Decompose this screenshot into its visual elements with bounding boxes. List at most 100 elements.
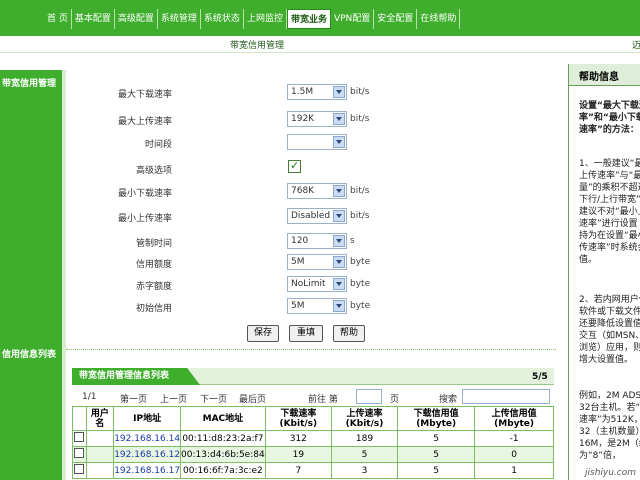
row-checkbox-cell — [72, 446, 87, 463]
pager-first[interactable]: 第一页 — [120, 392, 147, 405]
help-line: 16M，是2M（线 — [579, 439, 640, 449]
chevron-down-icon[interactable] — [333, 113, 345, 125]
nav-basic-config[interactable]: 基本配置 — [72, 9, 115, 29]
column-header: 下载信用值(Mbyte) — [397, 406, 476, 431]
initial-credit-select[interactable]: 5M — [287, 298, 347, 314]
upload-rate-cell: 189 — [330, 430, 399, 447]
control-time-row: 管制时间 120 s — [0, 233, 560, 251]
min-upload-label: 最小上传速率 — [117, 214, 172, 224]
pager-next[interactable]: 下一页 — [200, 392, 227, 405]
row-checkbox-cell — [72, 430, 87, 447]
upload-credit-cell: 0 — [474, 446, 554, 463]
min-upload-select[interactable]: Disabled — [287, 208, 347, 224]
help-title: 帮助信息 — [569, 64, 640, 86]
min-download-unit: bit/s — [350, 186, 370, 196]
help-line: 2、若内网用户使用 — [579, 295, 640, 305]
left-section-credit-list: 信用信息列表 — [2, 350, 57, 360]
credit-table: 用户名 IP地址 MAC地址 下载速率(Kbit/s) 上传速率(Kbit/s)… — [72, 406, 554, 479]
max-download-select[interactable]: 1.5M — [287, 84, 347, 100]
table-title: 带宽信用管理信息列表 — [72, 368, 200, 385]
row-checkbox[interactable] — [74, 464, 85, 474]
chevron-down-icon[interactable] — [333, 235, 345, 247]
subnav-title[interactable]: 带宽信用管理 — [230, 38, 284, 51]
ip-cell[interactable]: 192.168.16.14 — [113, 430, 182, 447]
initial-credit-label: 初始信用 — [135, 304, 172, 314]
row-checkbox[interactable] — [74, 448, 85, 458]
column-header: 上传速率(Kbit/s) — [330, 406, 399, 431]
help-line: 例如，2M ADSL — [579, 391, 640, 401]
control-time-select[interactable]: 120 — [287, 233, 347, 249]
nav-online-help[interactable]: 在线帮助 — [417, 9, 461, 29]
help-line: 32（主机数量） — [579, 427, 640, 437]
save-button[interactable]: 保存 — [247, 325, 279, 342]
help-panel: 帮助信息 设置“最大下载速 率”和“最小下载 速率”的方法： 1、一般建议“最大… — [568, 64, 640, 480]
max-upload-label: 最大上传速率 — [117, 117, 172, 127]
help-line: 值。 — [579, 255, 598, 265]
pager-last[interactable]: 最后页 — [239, 392, 266, 405]
ip-cell[interactable]: 192.168.16.12 — [113, 446, 182, 463]
sub-nav-bar — [0, 36, 640, 53]
column-header: 用户名 — [85, 406, 115, 431]
credit-quota-select[interactable]: 5M — [287, 254, 347, 270]
control-time-label: 管制时间 — [135, 239, 172, 249]
max-upload-select[interactable]: 192K — [287, 111, 347, 127]
nav-internet-monitor[interactable]: 上网监控 — [244, 9, 287, 29]
download-rate-cell: 312 — [264, 430, 332, 447]
nav-system-status[interactable]: 系统状态 — [201, 9, 244, 29]
help-bold-line: 设置“最大下载速 — [579, 101, 640, 111]
user-cell — [85, 462, 115, 479]
credit-quota-unit: byte — [350, 257, 371, 267]
advanced-options-checkbox[interactable] — [288, 159, 301, 173]
pager-search-label: 搜索 — [439, 395, 458, 405]
table-row: 192.168.16.14 00:11:d8:23:2a:f7 312 189 … — [72, 430, 554, 447]
chevron-down-icon[interactable] — [333, 136, 345, 148]
chevron-down-icon[interactable] — [333, 86, 345, 98]
chevron-down-icon[interactable] — [333, 278, 345, 290]
chevron-down-icon[interactable] — [333, 256, 345, 268]
chevron-down-icon[interactable] — [333, 300, 345, 312]
ip-cell[interactable]: 192.168.16.17 — [113, 462, 182, 479]
mac-cell: 00:11:d8:23:2a:f7 — [180, 430, 266, 447]
time-period-select[interactable] — [287, 134, 347, 150]
search-input[interactable] — [462, 389, 550, 404]
pager-prev[interactable]: 上一页 — [160, 392, 187, 405]
help-line: 量”的乘积不超过 — [579, 183, 640, 193]
table-row: 192.168.16.17 00:16:6f:7a:3c:e2 7 3 5 1 — [72, 462, 554, 479]
nav-bandwidth-service[interactable]: 带宽业务 — [286, 9, 331, 29]
nav-advanced-config[interactable]: 高级配置 — [115, 9, 158, 29]
section-divider — [66, 349, 556, 350]
chevron-down-icon[interactable] — [333, 185, 345, 197]
main-nav: 首 页 基本配置 高级配置 系统管理 系统状态 上网监控 带宽业务 VPN配置 … — [44, 9, 461, 29]
min-download-value: 768K — [291, 186, 315, 196]
upload-credit-cell: 1 — [474, 462, 554, 479]
nav-system-management[interactable]: 系统管理 — [158, 9, 201, 29]
nav-home[interactable]: 首 页 — [44, 9, 72, 29]
chevron-down-icon[interactable] — [333, 210, 345, 222]
min-download-select[interactable]: 768K — [287, 183, 347, 199]
max-upload-value: 192K — [291, 114, 315, 124]
help-line: 还要降低设置值， — [579, 319, 640, 329]
row-checkbox[interactable] — [74, 432, 85, 442]
max-download-unit: bit/s — [350, 87, 370, 97]
min-upload-row: 最小上传速率 Disabled bit/s — [0, 208, 560, 226]
download-rate-cell: 7 — [264, 462, 332, 479]
help-button[interactable]: 帮助 — [333, 325, 365, 342]
min-download-row: 最小下载速率 768K bit/s — [0, 183, 560, 201]
deficit-quota-value: NoLimit — [291, 279, 326, 289]
min-download-label: 最小下载速率 — [117, 189, 172, 199]
row-checkbox-cell — [72, 462, 87, 479]
advanced-options-row: 高级选项 — [0, 159, 560, 178]
nav-vpn-config[interactable]: VPN配置 — [331, 9, 375, 29]
deficit-quota-label: 赤字额度 — [135, 282, 172, 292]
column-header: 下载速率(Kbit/s) — [264, 406, 332, 431]
min-upload-value: Disabled — [291, 211, 331, 221]
time-period-label: 时间段 — [144, 140, 172, 150]
max-upload-row: 最大上传速率 192K bit/s — [0, 111, 560, 129]
table-header-row: 用户名 IP地址 MAC地址 下载速率(Kbit/s) 上传速率(Kbit/s)… — [72, 406, 554, 431]
deficit-quota-row: 赤字额度 NoLimit byte — [0, 276, 560, 294]
deficit-quota-select[interactable]: NoLimit — [287, 276, 347, 292]
pager-goto-input[interactable] — [356, 389, 382, 404]
time-period-row: 时间段 — [0, 134, 560, 152]
reset-button[interactable]: 重填 — [289, 325, 323, 342]
nav-security-config[interactable]: 安全配置 — [374, 9, 418, 29]
